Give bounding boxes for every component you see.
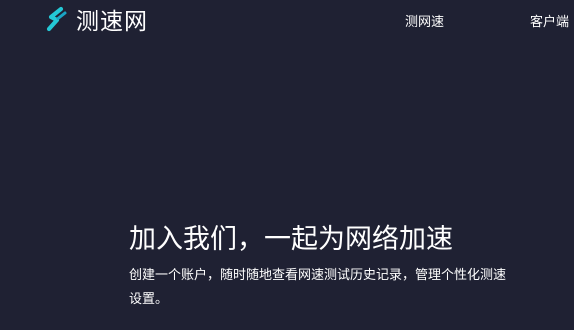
hero-section: 加入我们，一起为网络加速 创建一个账户，随时随地查看网速测试历史记录，管理个性化…	[129, 220, 549, 312]
top-navigation-bar: 测速网 测网速 客户端	[0, 0, 574, 42]
nav-item-client[interactable]: 客户端	[530, 11, 569, 30]
hero-description: 创建一个账户，随时随地查看网速测试历史记录，管理个性化测速设置。	[129, 268, 507, 307]
hero-title: 加入我们，一起为网络加速	[129, 224, 453, 255]
nav-item-speed-test[interactable]: 测网速	[405, 11, 444, 30]
main-nav: 测网速 客户端	[0, 11, 574, 31]
